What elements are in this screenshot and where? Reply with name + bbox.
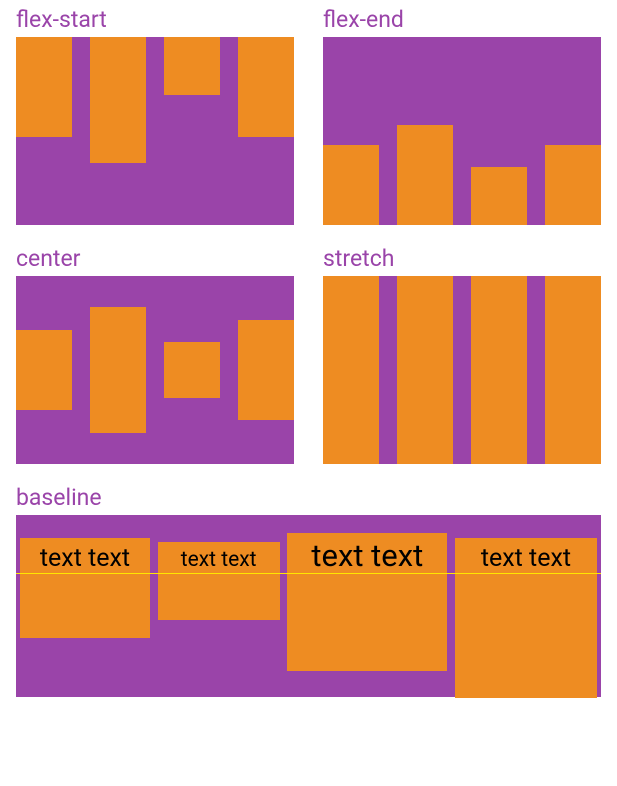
baseline-item: text text	[158, 542, 280, 620]
stretch-container	[323, 276, 601, 464]
row-2: center stretch	[16, 245, 601, 464]
baseline-container: text text text text text text text text	[16, 515, 601, 697]
flex-end-item	[323, 145, 379, 225]
center-cell: center	[16, 245, 294, 464]
flex-start-cell: flex-start	[16, 6, 294, 225]
center-item	[164, 342, 220, 398]
baseline-item: text text	[20, 538, 150, 638]
flex-end-item	[397, 125, 453, 225]
center-item	[238, 320, 294, 420]
baseline-item-text: text text	[481, 544, 571, 573]
stretch-item	[545, 276, 601, 464]
flex-start-item	[16, 37, 72, 137]
baseline-item: text text	[455, 538, 597, 698]
flex-end-item	[545, 145, 601, 225]
flex-end-container	[323, 37, 601, 225]
baseline-line	[16, 573, 601, 574]
baseline-item-text: text text	[40, 544, 130, 573]
stretch-label: stretch	[323, 245, 601, 272]
flex-start-container	[16, 37, 294, 225]
flex-start-item	[238, 37, 294, 137]
center-label: center	[16, 245, 294, 272]
stretch-item	[471, 276, 527, 464]
flex-start-item	[90, 37, 146, 163]
flex-start-label: flex-start	[16, 6, 294, 33]
row-1: flex-start flex-end	[16, 6, 601, 225]
baseline-cell: baseline text text text text text text t…	[16, 484, 601, 697]
flex-start-item	[164, 37, 220, 95]
stretch-cell: stretch	[323, 245, 601, 464]
baseline-item-text: text text	[181, 548, 257, 572]
center-container	[16, 276, 294, 464]
flex-end-cell: flex-end	[323, 6, 601, 225]
flex-end-label: flex-end	[323, 6, 601, 33]
center-item	[90, 307, 146, 433]
stretch-item	[323, 276, 379, 464]
center-item	[16, 330, 72, 410]
baseline-label: baseline	[16, 484, 601, 511]
baseline-item-text: text text	[311, 537, 423, 574]
baseline-item: text text	[287, 533, 447, 671]
flex-end-item	[471, 167, 527, 225]
stretch-item	[397, 276, 453, 464]
